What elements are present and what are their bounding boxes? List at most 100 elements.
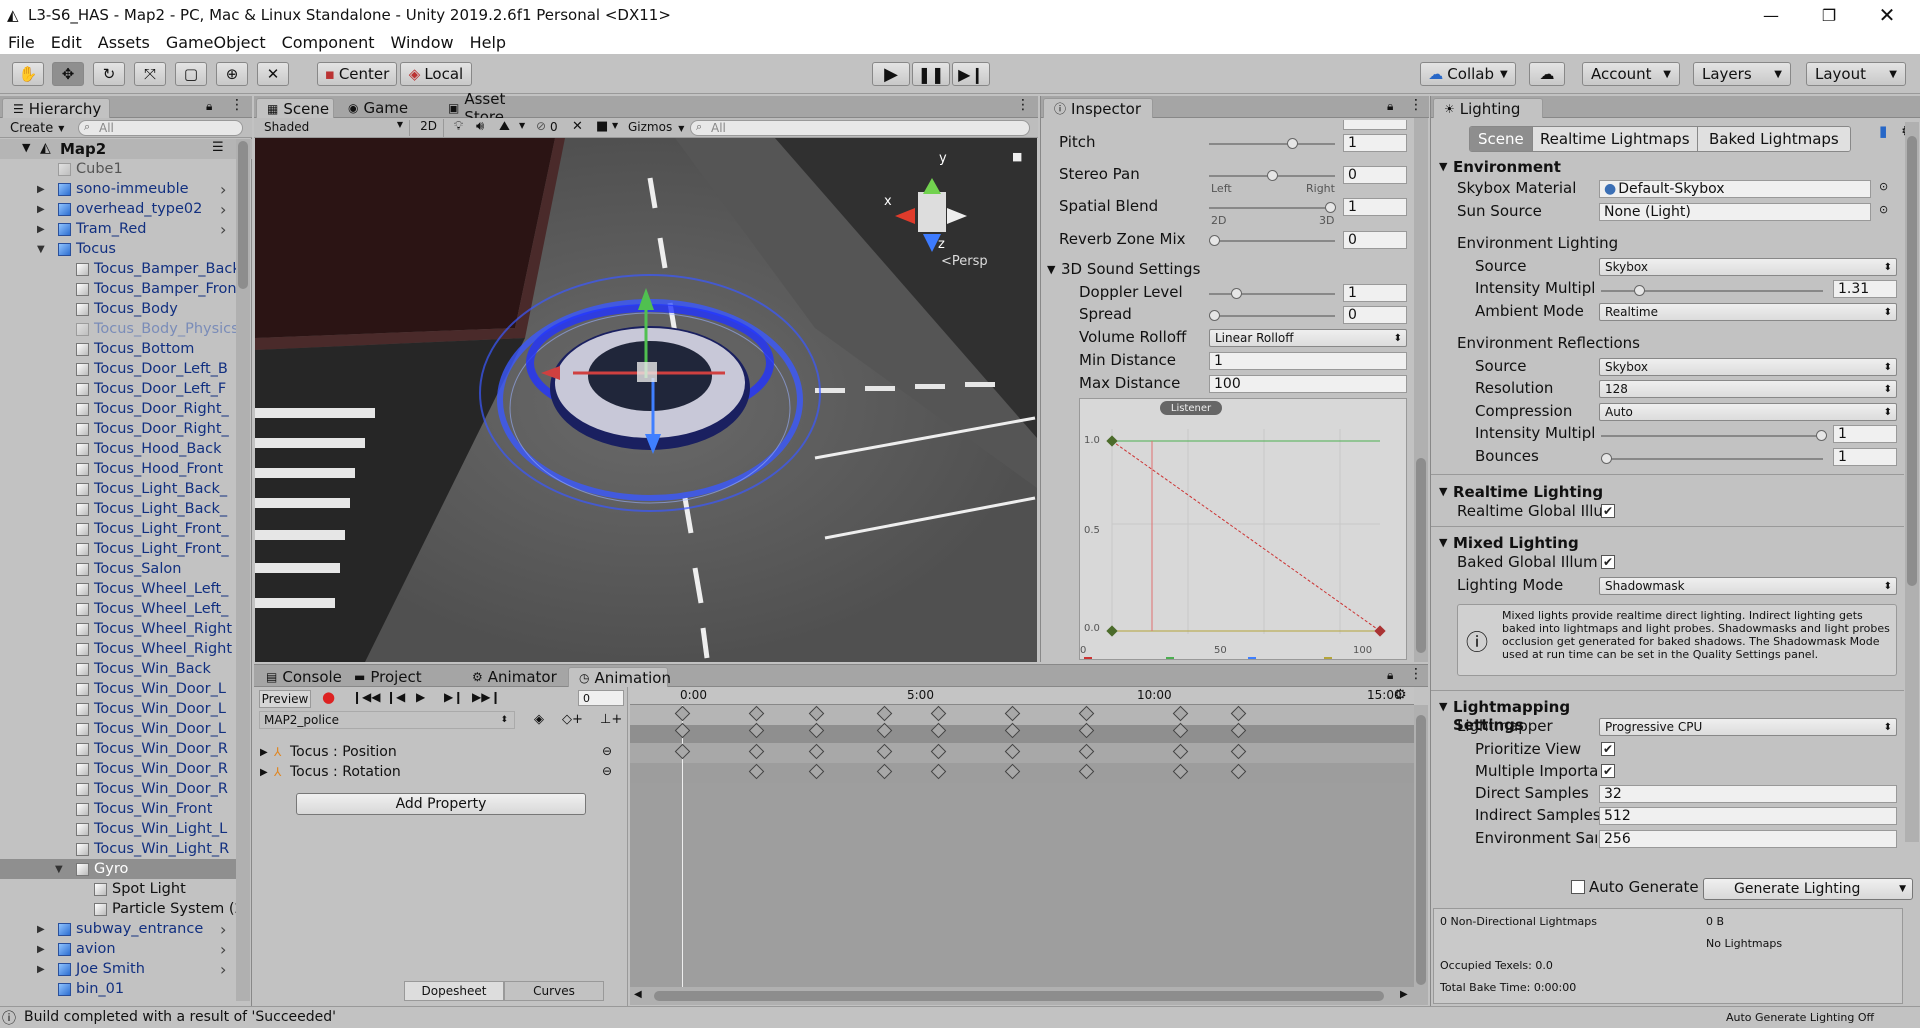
spread-field[interactable]: 0 [1343, 306, 1407, 324]
play-button[interactable]: ▶ [872, 62, 910, 86]
inspector-scrollbar[interactable] [1414, 118, 1428, 662]
scale-tool-icon[interactable]: ⤧ [134, 62, 166, 86]
add-event-marker-icon[interactable]: ⊥+ [600, 712, 622, 727]
pivot-center-button[interactable]: ▪ Center [317, 62, 397, 86]
gizmos-dropdown[interactable]: Gizmos ▼ [624, 120, 684, 136]
lock-icon[interactable]: ■ [1012, 150, 1022, 163]
hierarchy-item[interactable]: Tocus_Bottom [0, 339, 236, 359]
property-row-position[interactable]: ▶ ⅄ Tocus : Position ⊖ [254, 743, 628, 763]
lighting-toggle-icon[interactable]: 💡︎ [454, 119, 463, 134]
menu-item-window[interactable]: Window [382, 33, 461, 52]
expand-arrow-icon[interactable]: ▶ [37, 204, 45, 215]
lighting-mode-dropdown[interactable]: Shadowmask [1599, 577, 1897, 595]
doppler-field[interactable]: 1 [1343, 284, 1407, 302]
hierarchy-item[interactable]: bin_01 [0, 979, 236, 999]
chevron-down-icon[interactable]: ▼ [1899, 884, 1906, 894]
subtab-realtime-lightmaps[interactable]: Realtime Lightmaps [1531, 127, 1697, 151]
menu-item-file[interactable]: File [0, 33, 43, 52]
add-keyframe-icon[interactable]: ◈ [534, 712, 544, 727]
expand-arrow-icon[interactable]: ▶ [37, 924, 45, 935]
create-dropdown[interactable]: Create ▼ [4, 120, 64, 136]
scroll-thumb[interactable] [1416, 458, 1426, 653]
expand-arrow-icon[interactable]: ▼ [55, 864, 63, 875]
realtime-gi-checkbox[interactable]: ✔ [1601, 504, 1615, 518]
expand-arrow-icon[interactable]: ▼ [37, 244, 45, 255]
reflection-intensity-slider[interactable] [1601, 430, 1827, 441]
effects-toggle-icon[interactable]: ⛰ [499, 119, 510, 134]
hierarchy-item[interactable]: ▼ Tocus [0, 239, 236, 259]
hierarchy-item[interactable]: Tocus_Body_Physics [0, 319, 236, 339]
auto-generate-checkbox[interactable] [1571, 880, 1585, 894]
chevron-right-icon[interactable]: › [220, 200, 226, 219]
hierarchy-item[interactable]: Spot Light [0, 879, 236, 899]
hierarchy-item[interactable]: Tocus_Door_Right_ [0, 399, 236, 419]
multiple-importance-checkbox[interactable]: ✔ [1601, 764, 1615, 778]
chevron-right-icon[interactable]: › [220, 960, 226, 979]
hierarchy-item[interactable]: ▼ Gyro [0, 859, 236, 879]
scene-search-input[interactable]: All [690, 120, 1030, 136]
hierarchy-item[interactable]: Tocus_Light_Front_ [0, 539, 236, 559]
add-event-icon[interactable]: ◇+ [562, 712, 583, 727]
hierarchy-item[interactable]: Tocus_Wheel_Right [0, 619, 236, 639]
menu-item-gameobject[interactable]: GameObject [158, 33, 274, 52]
hierarchy-item[interactable]: Tocus_Win_Light_L [0, 819, 236, 839]
resolution-dropdown[interactable]: 128 [1599, 380, 1897, 398]
reverb-zone-mix-slider[interactable] [1209, 235, 1335, 246]
spread-slider[interactable] [1209, 310, 1335, 321]
scroll-right-icon[interactable]: ▶ [1400, 989, 1408, 1000]
sun-source-field[interactable]: None (Light) [1599, 203, 1871, 221]
hierarchy-item[interactable]: Tocus_Wheel_Right [0, 639, 236, 659]
generate-lighting-button[interactable]: Generate Lighting ▼ [1703, 878, 1913, 900]
rolloff-graph[interactable]: Listener 1.0 0.5 0.0 0 50 100 [1079, 398, 1407, 660]
baked-gi-checkbox[interactable]: ✔ [1601, 555, 1615, 569]
hierarchy-scrollbar[interactable] [236, 139, 250, 1001]
environment-samples-field[interactable]: 256 [1599, 830, 1897, 848]
hierarchy-item[interactable]: Tocus_Light_Back_ [0, 499, 236, 519]
chevron-right-icon[interactable]: › [220, 180, 226, 199]
frame-field[interactable]: 0 [578, 690, 624, 706]
tab-scene[interactable]: ▦ Scene [256, 98, 334, 118]
hierarchy-item[interactable]: Tocus_Win_Door_L [0, 679, 236, 699]
hierarchy-item[interactable]: ▶ avion › [0, 939, 236, 959]
dopesheet-button[interactable]: Dopesheet [404, 981, 504, 1001]
mixed-lighting-foldout[interactable]: Mixed Lighting [1453, 534, 1579, 552]
layout-dropdown[interactable]: Layout ▼ [1806, 62, 1906, 86]
lighting-scrollbar[interactable] [1905, 122, 1919, 842]
lightmapper-dropdown[interactable]: Progressive CPU [1599, 718, 1897, 736]
menu-item-edit[interactable]: Edit [43, 33, 90, 52]
spatial-blend-slider[interactable] [1209, 202, 1336, 213]
hierarchy-item[interactable]: Tocus_Win_Door_R [0, 739, 236, 759]
clip-dropdown[interactable]: MAP2_police ⬍ [259, 711, 515, 729]
close-button[interactable]: ✕ [1858, 0, 1916, 30]
hierarchy-item[interactable]: Tocus_Bamper_Back [0, 259, 236, 279]
expand-arrow-icon[interactable]: ▶ [37, 224, 45, 235]
realtime-lighting-foldout[interactable]: Realtime Lighting [1453, 483, 1603, 501]
expand-arrow-icon[interactable]: ▼ [1439, 536, 1447, 549]
preview-button[interactable]: Preview [259, 690, 311, 708]
pitch-field[interactable]: 1 [1343, 134, 1407, 152]
pause-button[interactable]: ❚❚ [912, 62, 950, 86]
shading-mode-dropdown[interactable]: Shaded ▼ [260, 120, 410, 136]
menu-item-help[interactable]: Help [462, 33, 514, 52]
reflection-intensity-field[interactable]: 1 [1833, 425, 1897, 443]
audio-toggle-icon[interactable]: 🔊︎ [476, 119, 484, 134]
pivot-local-button[interactable]: ◈ Local [400, 62, 472, 86]
hierarchy-item[interactable]: Tocus_Bamper_Front [0, 279, 236, 299]
tab-asset-store[interactable]: ▣ Asset Store [438, 90, 558, 126]
subtab-baked-lightmaps[interactable]: Baked Lightmaps [1696, 127, 1850, 151]
hierarchy-item[interactable]: ▶ subway_entrance › [0, 919, 236, 939]
volume-rolloff-dropdown[interactable]: Linear Rolloff [1209, 329, 1407, 347]
expand-arrow-icon[interactable]: ▶ [37, 184, 45, 195]
source-dropdown[interactable]: Skybox [1599, 258, 1897, 276]
hierarchy-item[interactable]: ▶ overhead_type02 › [0, 199, 236, 219]
object-picker-icon[interactable]: ⊙ [1879, 203, 1888, 216]
expand-arrow-icon[interactable]: ▼ [1439, 700, 1447, 713]
3d-sound-settings-foldout[interactable]: 3D Sound Settings [1061, 260, 1200, 278]
hierarchy-item[interactable]: Cube1 [0, 159, 236, 179]
menu-item-assets[interactable]: Assets [90, 33, 158, 52]
expand-arrow-icon[interactable]: ▶ [37, 964, 45, 975]
scroll-thumb[interactable] [238, 141, 248, 289]
expand-arrow-icon[interactable]: ▼ [1047, 263, 1055, 276]
tab-inspector[interactable]: ⓘ Inspector [1043, 98, 1153, 118]
compression-dropdown[interactable]: Auto [1599, 403, 1897, 421]
